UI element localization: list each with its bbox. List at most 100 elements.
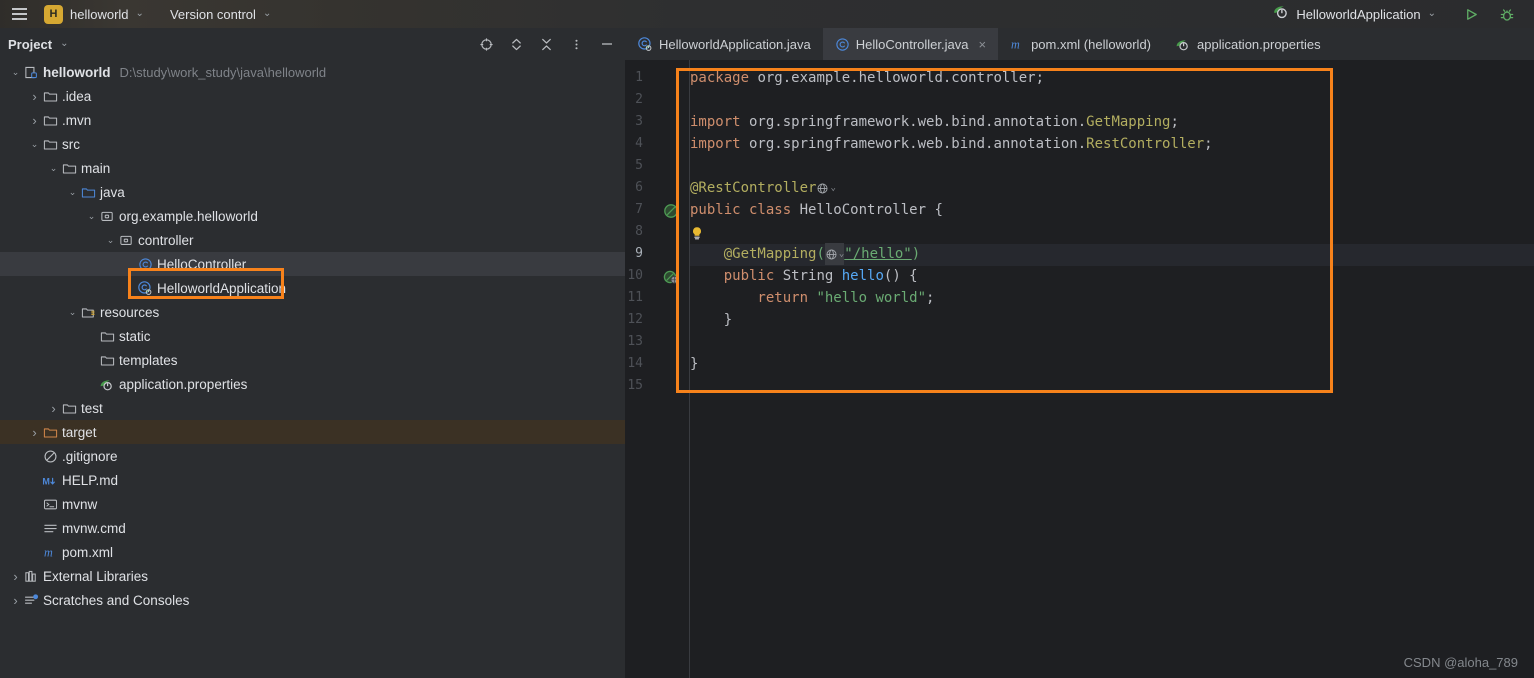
folder-excluded-icon — [41, 425, 59, 440]
tree-item-mvnw[interactable]: mvnw — [0, 492, 625, 516]
chevron-right-icon[interactable]: › — [28, 114, 41, 127]
project-selector[interactable]: H helloworld ⌄ — [42, 4, 148, 24]
code-line[interactable]: import org.springframework.web.bind.anno… — [690, 133, 1213, 155]
locate-target-icon[interactable] — [478, 36, 495, 53]
more-options-icon[interactable] — [568, 36, 585, 53]
chevron-down-icon[interactable]: ⌄ — [85, 211, 98, 222]
chevron-down-icon: ⌄ — [262, 8, 272, 19]
editor-tab-hellocontroller-java[interactable]: HelloController.java × — [822, 28, 999, 60]
code-editor[interactable]: 1 2 3 4 5 6 7 8 9 10 11 12 13 14 15 package org.exampl… — [625, 60, 1534, 678]
intention-bulb-icon[interactable] — [689, 225, 707, 241]
version-control-label: Version control — [169, 6, 256, 22]
version-control-menu[interactable]: Version control ⌄ — [170, 7, 271, 22]
run-configuration-selector[interactable]: HelloworldApplication ⌄ — [1272, 0, 1436, 28]
line-number: 15 — [627, 378, 643, 393]
editor-tab-helloworldapplication-java[interactable]: HelloworldApplication.java — [625, 28, 823, 60]
code-line[interactable]: } — [690, 353, 698, 375]
chevron-down-icon[interactable]: ⌄ — [60, 39, 68, 49]
tree-item-mvnw-cmd[interactable]: mvnw.cmd — [0, 516, 625, 540]
project-panel-toolbar — [478, 28, 615, 60]
tree-item-idea[interactable]: › .idea — [0, 84, 625, 108]
scratches-icon — [22, 593, 40, 608]
java-class-icon — [835, 37, 850, 52]
code-line[interactable]: @GetMapping(⌄ "/hello") — [690, 243, 920, 265]
chevron-down-icon[interactable]: ⌄ — [9, 67, 22, 78]
expand-collapse-icon[interactable] — [508, 36, 525, 53]
folder-icon — [60, 401, 78, 416]
editor-area: HelloworldApplication.java HelloControlle… — [625, 28, 1534, 678]
web-globe-icon[interactable]: ⌄ — [816, 177, 836, 199]
minimize-icon[interactable] — [598, 36, 615, 53]
shell-icon — [41, 497, 59, 512]
text-file-icon — [41, 521, 59, 536]
run-button[interactable] — [1460, 4, 1482, 25]
code-text[interactable]: package org.example.helloworld.controlle… — [690, 60, 1534, 678]
editor-tab-application-properties[interactable]: application.properties — [1163, 28, 1333, 60]
chevron-right-icon[interactable]: › — [9, 594, 22, 607]
tree-item-controller[interactable]: ⌄ controller — [0, 228, 625, 252]
chevron-right-icon[interactable]: › — [28, 426, 41, 439]
code-line[interactable]: import org.springframework.web.bind.anno… — [690, 111, 1179, 133]
line-number: 1 — [635, 70, 643, 85]
code-line[interactable]: public String hello() { — [690, 265, 918, 287]
chevron-down-icon[interactable]: ⌄ — [66, 307, 79, 318]
code-line[interactable]: public class HelloController { — [690, 199, 943, 221]
tree-item-external-libraries[interactable]: › External Libraries — [0, 564, 625, 588]
tree-item-label: HelloworldApplication — [157, 280, 287, 296]
tree-item-label: .mvn — [62, 112, 92, 128]
code-line[interactable]: } — [690, 309, 732, 331]
tree-item-gitignore[interactable]: .gitignore — [0, 444, 625, 468]
tree-item-pom-xml[interactable]: m pom.xml — [0, 540, 625, 564]
tree-item-static[interactable]: static — [0, 324, 625, 348]
tree-item-templates[interactable]: templates — [0, 348, 625, 372]
tree-item-hellocontroller[interactable]: HelloController — [0, 252, 625, 276]
close-icon[interactable]: × — [978, 37, 986, 52]
tree-item-test[interactable]: › test — [0, 396, 625, 420]
tree-item-resources[interactable]: ⌄ resources — [0, 300, 625, 324]
editor-tab-pom-xml-helloworld[interactable]: m pom.xml (helloworld) — [998, 28, 1163, 60]
chevron-right-icon[interactable]: › — [28, 90, 41, 103]
resource-root-icon — [79, 305, 97, 320]
tree-item-label: pom.xml — [62, 544, 114, 560]
tree-item-mvn[interactable]: › .mvn — [0, 108, 625, 132]
spring-request-mapping-icon[interactable] — [663, 269, 679, 285]
tree-item-help-md[interactable]: M HELP.md — [0, 468, 625, 492]
chevron-down-icon[interactable]: ⌄ — [104, 235, 117, 246]
tree-item-helloworld[interactable]: ⌄ helloworld D:\study\work_study\java\hell… — [0, 60, 625, 84]
tree-item-helloworldapplication[interactable]: HelloworldApplication — [0, 276, 625, 300]
tree-item-label: Scratches and Consoles — [43, 592, 190, 608]
tree-item-src[interactable]: ⌄ src — [0, 132, 625, 156]
chevron-down-icon[interactable]: ⌄ — [28, 139, 41, 150]
tree-item-java[interactable]: ⌄ java — [0, 180, 625, 204]
editor-tab-label: application.properties — [1197, 36, 1321, 52]
tree-item-target[interactable]: › target — [0, 420, 625, 444]
debug-button[interactable] — [1496, 4, 1518, 25]
main-menu-icon[interactable] — [0, 0, 38, 28]
package-icon — [98, 209, 116, 224]
chevron-down-icon[interactable]: ⌄ — [47, 163, 60, 174]
tree-item-scratches-and-consoles[interactable]: › Scratches and Consoles — [0, 588, 625, 612]
tree-item-application-properties[interactable]: application.properties — [0, 372, 625, 396]
code-line[interactable]: package org.example.helloworld.controlle… — [690, 67, 1044, 89]
line-number: 3 — [635, 114, 643, 129]
web-globe-icon[interactable]: ⌄ — [824, 243, 845, 265]
markdown-icon: M — [41, 473, 59, 488]
chevron-right-icon[interactable]: › — [47, 402, 60, 415]
editor-gutter[interactable]: 1 2 3 4 5 6 7 8 9 10 11 12 13 14 15 — [625, 60, 690, 678]
spring-file-icon — [1175, 36, 1191, 52]
code-line[interactable]: @RestController ⌄ — [690, 177, 836, 199]
chevron-right-icon[interactable]: › — [9, 570, 22, 583]
tree-item-org-example-helloworld[interactable]: ⌄ org.example.helloworld — [0, 204, 625, 228]
line-number: 14 — [627, 356, 643, 371]
collapse-all-icon[interactable] — [538, 36, 555, 53]
code-line[interactable]: return "hello world"; — [690, 287, 934, 309]
chevron-down-icon[interactable]: ⌄ — [66, 187, 79, 198]
line-number: 12 — [627, 312, 643, 327]
spring-bean-icon[interactable] — [663, 203, 679, 219]
tree-item-main[interactable]: ⌄ main — [0, 156, 625, 180]
